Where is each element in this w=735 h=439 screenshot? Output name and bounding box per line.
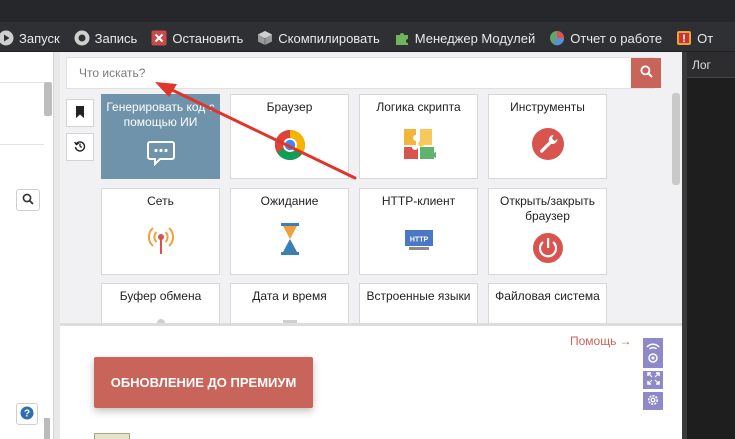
http-icon: HTTP	[360, 229, 477, 251]
wifi-button[interactable]	[643, 338, 663, 368]
search-icon	[640, 65, 653, 81]
lower-panel: Помощь → ОБНОВЛЕНИЕ ДО ПРЕМИУМ	[60, 326, 682, 439]
run-button[interactable]: Запуск	[0, 30, 60, 46]
pie-chart-icon	[549, 30, 565, 46]
tile-script-logic[interactable]: Логика скрипта	[359, 94, 478, 179]
stop-button[interactable]: Остановить	[151, 30, 243, 46]
left-scrollbar[interactable]	[44, 82, 52, 116]
settings-button[interactable]	[643, 392, 663, 410]
bookmark-button[interactable]	[66, 99, 94, 127]
tile-label: Логика скрипта	[376, 100, 461, 114]
search-button[interactable]	[631, 58, 661, 88]
tile-open-close-browser[interactable]: Открыть/закрыть браузер	[488, 188, 607, 275]
help-link[interactable]: Помощь →	[570, 334, 632, 348]
tile-label: Сеть	[147, 194, 174, 208]
play-icon	[0, 30, 14, 46]
action-search-bar	[66, 57, 661, 89]
hourglass-icon	[231, 222, 348, 256]
tile-ai-codegen[interactable]: Генерировать код с помощью ИИ	[101, 94, 220, 179]
cube-icon	[257, 30, 273, 46]
search-icon	[22, 193, 34, 208]
module-manager-label: Менеджер Модулей	[414, 30, 536, 46]
work-report-label: Отчет о работе	[570, 30, 663, 46]
toolbar-top-strip	[0, 0, 735, 22]
fullscreen-button[interactable]	[643, 371, 663, 389]
history-button[interactable]	[66, 133, 94, 161]
alert-label: От	[697, 30, 714, 46]
module-manager-button[interactable]: Менеджер Модулей	[394, 30, 535, 46]
tile-label: Встроенные языки	[366, 289, 471, 303]
chat-bubble-icon	[102, 140, 219, 166]
stop-icon	[151, 30, 167, 46]
log-panel: Лог	[687, 52, 735, 439]
actions-panel: Генерировать код с помощью ИИ Браузер Ло…	[60, 52, 682, 439]
tile-label: Файловая система	[495, 289, 600, 303]
thumbnail-image	[94, 433, 130, 439]
actions-scrollbar[interactable]	[672, 93, 680, 185]
tile-waiting[interactable]: Ожидание	[230, 188, 349, 275]
tile-label: Генерировать код с помощью ИИ	[106, 100, 215, 129]
compile-button[interactable]: Скомпилировать	[257, 30, 380, 46]
tile-http-client[interactable]: HTTP-клиент HTTP	[359, 188, 478, 275]
fullscreen-icon	[646, 372, 660, 388]
left-divider	[0, 82, 44, 83]
work-report-button[interactable]: Отчет о работе	[549, 30, 662, 46]
left-scrollbar-bottom[interactable]	[44, 418, 50, 439]
wrench-icon	[489, 127, 606, 161]
upgrade-premium-button[interactable]: ОБНОВЛЕНИЕ ДО ПРЕМИУМ	[94, 357, 313, 408]
main-toolbar: Запуск Запись Остановить Скомпилировать …	[0, 0, 735, 52]
bookmark-icon	[75, 105, 85, 121]
svg-text:?: ?	[24, 408, 30, 419]
tile-browser[interactable]: Браузер	[230, 94, 349, 179]
tile-label: Дата и время	[252, 289, 327, 303]
tile-label: HTTP-клиент	[381, 194, 456, 208]
antenna-icon	[102, 221, 219, 255]
action-search-input[interactable]	[67, 58, 607, 88]
history-icon	[74, 140, 86, 155]
tile-label: Браузер	[266, 100, 313, 114]
settings-icon	[646, 393, 660, 410]
record-icon	[74, 30, 90, 46]
left-panel: ?	[0, 52, 54, 439]
tile-label: Открыть/закрыть браузер	[500, 194, 595, 223]
help-icon: ?	[20, 406, 34, 423]
power-icon	[489, 232, 606, 264]
compile-label: Скомпилировать	[278, 30, 380, 46]
left-divider	[0, 144, 44, 145]
puzzle-pieces-icon	[360, 127, 477, 161]
left-help-button[interactable]: ?	[16, 403, 38, 425]
chrome-icon	[231, 129, 348, 161]
toolbar-buttons: Запуск Запись Остановить Скомпилировать …	[0, 26, 727, 50]
alert-icon	[676, 30, 692, 46]
tile-network[interactable]: Сеть	[101, 188, 220, 275]
record-label: Запись	[94, 30, 138, 46]
http-icon-text: HTTP	[409, 237, 428, 244]
tile-label: Инструменты	[510, 100, 585, 114]
stop-label: Остановить	[172, 30, 244, 46]
record-button[interactable]: Запись	[74, 30, 138, 46]
alert-button[interactable]: От	[676, 30, 713, 46]
log-panel-title: Лог	[687, 52, 735, 78]
tile-label: Ожидание	[260, 194, 319, 208]
left-search-button[interactable]	[16, 189, 40, 211]
tile-label: Буфер обмена	[119, 289, 202, 303]
run-label: Запуск	[19, 30, 60, 46]
tile-tools[interactable]: Инструменты	[488, 94, 607, 179]
wifi-icon	[646, 339, 660, 368]
puzzle-icon	[394, 30, 410, 46]
